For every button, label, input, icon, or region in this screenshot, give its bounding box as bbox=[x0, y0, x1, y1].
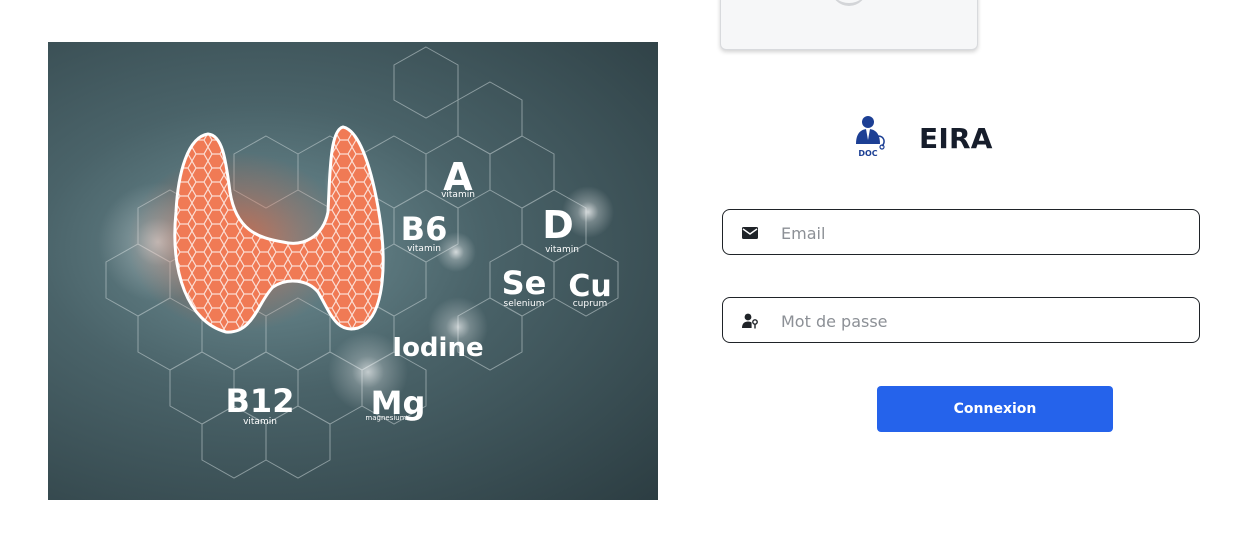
nutrient-d: D vitamin bbox=[542, 203, 579, 255]
svg-text:vitamin: vitamin bbox=[243, 417, 277, 427]
password-input[interactable] bbox=[779, 298, 1183, 344]
login-button[interactable]: Connexion bbox=[877, 386, 1113, 432]
spinner-icon bbox=[831, 0, 867, 6]
svg-text:D: D bbox=[542, 203, 574, 247]
mail-icon bbox=[742, 227, 758, 239]
hero-illustration: A vitamin B6 vitamin D vitamin Se seleni… bbox=[48, 42, 658, 500]
svg-text:vitamin: vitamin bbox=[407, 244, 441, 254]
svg-text:Iodine: Iodine bbox=[392, 333, 483, 363]
thyroid-vitamins-graphic: A vitamin B6 vitamin D vitamin Se seleni… bbox=[98, 46, 619, 479]
email-field[interactable] bbox=[722, 209, 1200, 256]
nutrient-iodine: Iodine bbox=[392, 333, 483, 363]
nutrient-a: A vitamin bbox=[441, 155, 475, 200]
brand-logo-icon: DOC bbox=[856, 116, 885, 158]
svg-text:Se: Se bbox=[502, 264, 547, 302]
svg-text:B6: B6 bbox=[401, 210, 448, 248]
password-field[interactable] bbox=[722, 297, 1200, 344]
svg-text:vitamin: vitamin bbox=[545, 245, 579, 255]
top-card bbox=[720, 0, 978, 50]
nutrient-b12: B12 vitamin bbox=[226, 382, 295, 427]
svg-text:vitamin: vitamin bbox=[441, 190, 475, 200]
brand-title: EIRA bbox=[919, 122, 993, 155]
nutrient-mg: Mg magnesium bbox=[365, 384, 425, 422]
user-lock-icon bbox=[742, 313, 758, 329]
email-input[interactable] bbox=[779, 210, 1183, 256]
nutrient-se: Se selenium bbox=[502, 264, 547, 309]
svg-text:selenium: selenium bbox=[504, 299, 545, 309]
nutrient-b6: B6 vitamin bbox=[401, 210, 448, 254]
brand-logo-text: DOC bbox=[858, 149, 877, 158]
svg-text:B12: B12 bbox=[226, 382, 295, 420]
nutrient-cu: Cu cuprum bbox=[568, 269, 611, 309]
svg-text:magnesium: magnesium bbox=[365, 414, 406, 422]
thyroid-illustration bbox=[128, 125, 385, 334]
svg-text:cuprum: cuprum bbox=[573, 299, 608, 309]
